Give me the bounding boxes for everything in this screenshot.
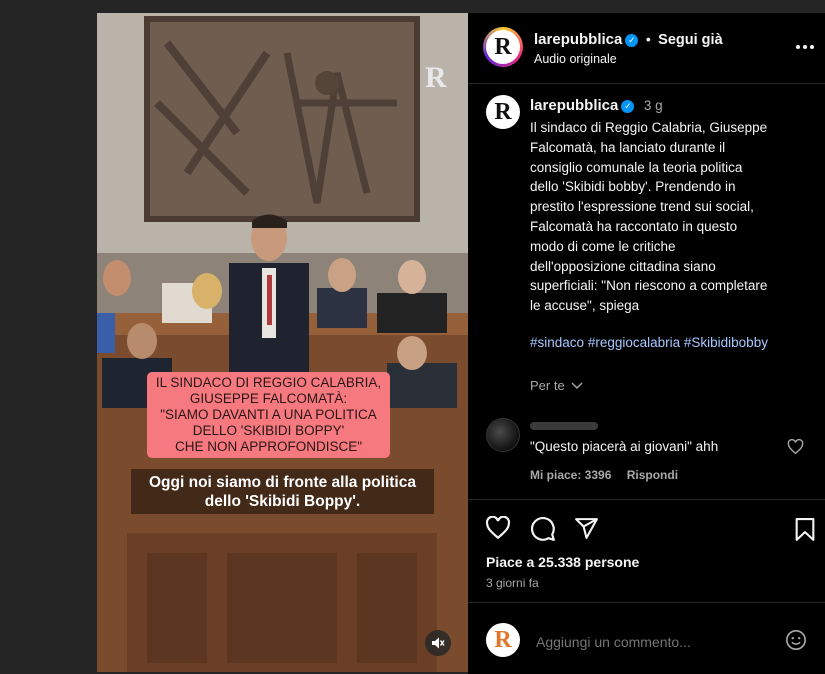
caption-username[interactable]: larepubblica: [530, 97, 618, 114]
send-icon: [575, 518, 598, 539]
audio-label[interactable]: Audio originale: [534, 52, 617, 66]
comment-input[interactable]: [534, 631, 768, 653]
commenter-username-redacted: [530, 422, 598, 430]
post-video[interactable]: R IL SINDACO DI REGGIO CALABRIA, GIUSEPP…: [97, 13, 468, 672]
more-options-button[interactable]: [794, 37, 816, 57]
bookmark-icon: [795, 518, 815, 541]
caption-line: prestito l'espressione trend sui social,: [530, 199, 754, 215]
caption-line: superficiali: "Non riescono a completare: [530, 278, 768, 294]
caption-time: 3 g: [643, 98, 663, 113]
comment-text: "Questo piacerà ai giovani" ahh: [530, 439, 719, 454]
post-header: R larepubblica ✓ • Segui già Audio origin…: [468, 13, 825, 84]
comment-like-button[interactable]: [787, 438, 804, 460]
caption-avatar[interactable]: R: [486, 95, 520, 129]
viewer-avatar[interactable]: R: [486, 623, 520, 657]
more-horizontal-icon: [796, 45, 814, 49]
share-button[interactable]: [574, 516, 599, 546]
volume-muted-icon: [432, 637, 445, 649]
video-subtitles: Oggi noi siamo di fronte alla politica d…: [131, 469, 434, 514]
hashtag-link[interactable]: #reggiocalabria: [588, 335, 680, 350]
avatar: R: [486, 30, 520, 64]
caption-line: dello 'Skibidi bobby'. Prendendo in: [530, 179, 736, 195]
reply-button[interactable]: Rispondi: [627, 468, 678, 482]
hashtags: #sindaco #reggiocalabria #Skibidibobby: [530, 335, 768, 350]
comment-icon: [531, 517, 555, 541]
smiley-icon: [786, 630, 806, 650]
banner-line: IL SINDACO DI REGGIO CALABRIA,: [155, 375, 382, 390]
verified-badge-icon: ✓: [621, 100, 635, 113]
banner-line: GIUSEPPE FALCOMATÀ:: [189, 391, 348, 406]
heart-icon: [485, 515, 511, 540]
video-watermark-logo: R: [425, 61, 447, 94]
commenter-avatar[interactable]: [486, 418, 520, 452]
caption-line: consiglio comunale la teoria politica: [530, 159, 743, 175]
separator-dot: •: [645, 31, 651, 47]
caption-line: modo di come le critiche: [530, 238, 676, 254]
mute-button[interactable]: [425, 630, 451, 656]
heart-icon: [787, 438, 804, 455]
banner-line: "SIAMO DAVANTI A UNA POLITICA: [160, 407, 377, 422]
comment-button[interactable]: [530, 516, 556, 547]
verified-badge-icon: ✓: [625, 34, 639, 47]
per-te-label: Per te: [530, 378, 565, 393]
follow-button[interactable]: Segui già: [658, 32, 722, 48]
chevron-down-icon: [571, 382, 583, 389]
caption-line: Il sindaco di Reggio Calabria, Giuseppe: [530, 120, 768, 135]
caption-line: Falcomatà ha raccontato in questo: [530, 218, 738, 234]
video-frame: [97, 13, 468, 672]
emoji-button[interactable]: [785, 629, 807, 656]
author-username[interactable]: larepubblica: [534, 31, 622, 48]
video-title-banner: IL SINDACO DI REGGIO CALABRIA, GIUSEPPE …: [147, 372, 390, 458]
save-button[interactable]: [794, 517, 816, 547]
like-button[interactable]: [485, 515, 511, 545]
banner-line: CHE NON APPROFONDISCE": [174, 439, 363, 454]
caption-text: Il sindaco di Reggio Calabria, Giuseppe …: [530, 118, 820, 316]
author-avatar-ring[interactable]: R: [483, 27, 523, 67]
post-details-panel: R larepubblica ✓ • Segui già Audio origin…: [468, 13, 825, 674]
caption-line: le accuse", spiega: [530, 298, 640, 314]
actions-bar: Piace a 25.338 persone 3 giorni fa R: [468, 499, 825, 674]
per-te-button[interactable]: Per te: [530, 378, 583, 393]
subtitle-line: Oggi noi siamo di fronte alla politica: [149, 474, 416, 491]
likes-count[interactable]: Piace a 25.338 persone: [486, 554, 639, 570]
hashtag-link[interactable]: #sindaco: [530, 335, 584, 350]
hashtag-link[interactable]: #Skibidibobby: [684, 335, 768, 350]
subtitle-line: dello 'Skibidi Boppy'.: [204, 493, 361, 510]
caption-line: Falcomatà, ha lanciato durante il: [530, 139, 726, 155]
banner-line: DELLO 'SKIBIDI BOPPY': [192, 423, 345, 438]
add-comment-row: R: [468, 602, 825, 674]
post-date[interactable]: 3 giorni fa: [486, 576, 539, 590]
caption-line: dell'opposizione cittadina siano: [530, 258, 716, 274]
comment-likes[interactable]: Mi piace: 3396: [530, 468, 611, 482]
